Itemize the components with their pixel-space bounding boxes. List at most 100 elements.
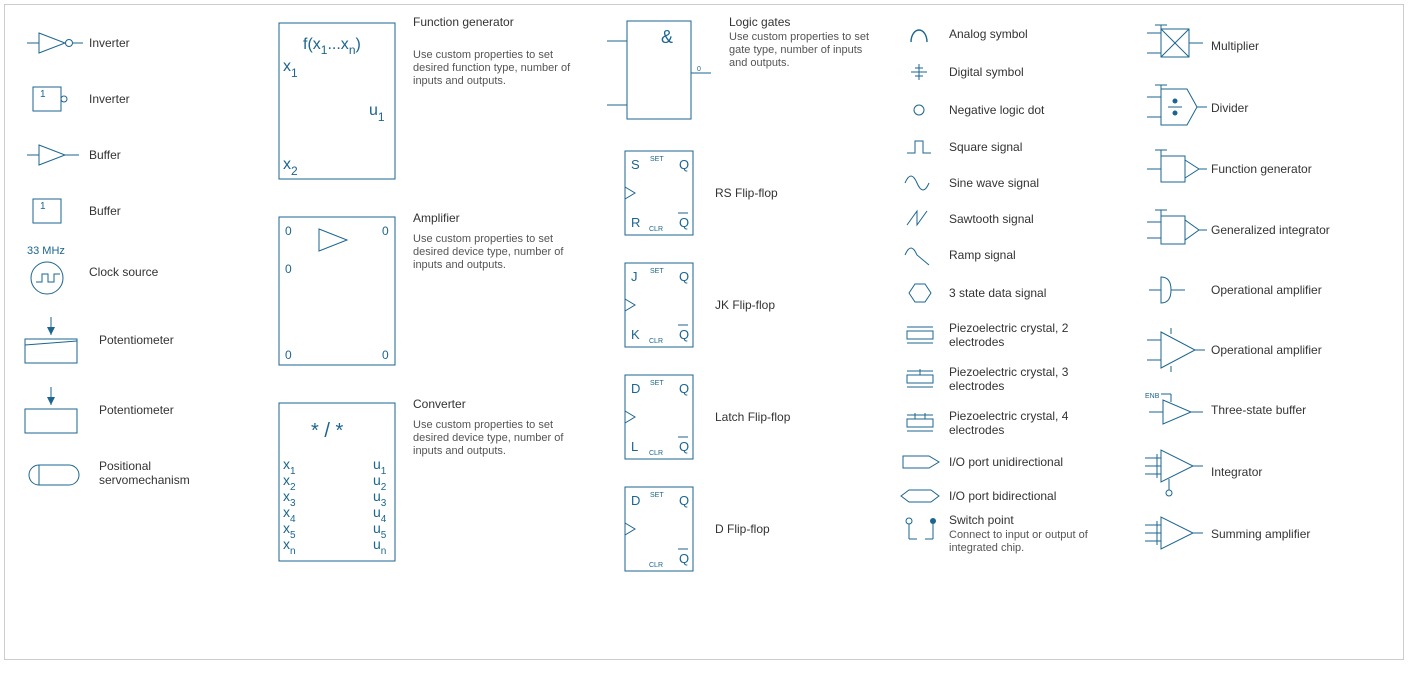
latch-ff-icon: D Q SET L CLR Q: [605, 369, 715, 465]
label: Potentiometer: [99, 403, 174, 417]
item-fgen-small: Function generator: [1141, 139, 1381, 199]
label: Multiplier: [1211, 39, 1259, 53]
item-sine: Sine wave signal: [893, 165, 1133, 201]
svg-text:ENB: ENB: [1145, 393, 1160, 400]
jk-ff-icon: J Q SET K CLR Q: [605, 257, 715, 353]
item-switch: Switch point Connect to input or output …: [893, 513, 1133, 561]
servo-icon: [9, 453, 99, 493]
svg-text:Q: Q: [679, 439, 689, 454]
item-ramp: Ramp signal: [893, 237, 1133, 273]
item-divider: Divider: [1141, 77, 1381, 139]
svg-text:1: 1: [40, 89, 46, 100]
item-io-uni: I/O port unidirectional: [893, 445, 1133, 479]
piezo3-icon: [893, 365, 949, 393]
label: Positional servomechanism: [99, 459, 219, 487]
analog-icon: [893, 20, 949, 48]
label: Digital symbol: [949, 65, 1024, 79]
digital-icon: [893, 58, 949, 86]
div-icon: [1141, 83, 1211, 133]
svg-text:0: 0: [285, 224, 292, 238]
svg-text:0: 0: [285, 348, 292, 362]
label: Sawtooth signal: [949, 212, 1034, 226]
svg-text:SET: SET: [650, 380, 664, 387]
opamp1-icon: [1141, 269, 1211, 311]
item-potentiometer1: Potentiometer: [9, 305, 259, 375]
label: RS Flip-flop: [715, 186, 778, 200]
item-inverter: Inverter: [9, 15, 259, 71]
dot-icon: [893, 96, 949, 124]
label: Integrator: [1211, 465, 1262, 479]
switch-icon: [893, 513, 949, 549]
label: Buffer: [89, 148, 121, 162]
fgen2-icon: [1141, 146, 1211, 192]
label: D Flip-flop: [715, 522, 770, 536]
item-neglogic: Negative logic dot: [893, 91, 1133, 129]
item-io-bi: I/O port bidirectional: [893, 479, 1133, 513]
item-rs-flipflop: S Q SET R CLR Q RS Flip-flop: [605, 145, 885, 241]
item-square: Square signal: [893, 129, 1133, 165]
svg-text:0: 0: [382, 348, 389, 362]
d-ff-icon: D Q SET CLR Q: [605, 481, 715, 577]
item-latch-flipflop: D Q SET L CLR Q Latch Flip-flop: [605, 369, 885, 465]
item-analog: Analog symbol: [893, 15, 1133, 53]
item-amplifier: 0 0 0 0 0 Amplifier Use custom propertie…: [267, 211, 597, 371]
svg-text:Q: Q: [679, 269, 689, 284]
svg-text:Q: Q: [679, 381, 689, 396]
label: I/O port unidirectional: [949, 455, 1063, 469]
svg-text:S: S: [631, 157, 640, 172]
item-positional: Positional servomechanism: [9, 445, 259, 501]
label: Piezoelectric crystal, 3 electrodes: [949, 365, 1099, 393]
item-piezo4: Piezoelectric crystal, 4 electrodes: [893, 401, 1133, 445]
item-logic-gates: & 0 Logic gates Use custom properties to…: [605, 15, 885, 125]
genint-icon: [1141, 206, 1211, 254]
label: Converter: [413, 397, 573, 411]
label: Switch point: [949, 513, 1109, 527]
svg-text:33 MHz: 33 MHz: [27, 245, 65, 257]
item-d-flipflop: D Q SET CLR Q D Flip-flop: [605, 481, 885, 577]
label: Negative logic dot: [949, 103, 1044, 117]
sumamp-icon: [1141, 511, 1211, 557]
svg-text:CLR: CLR: [649, 338, 663, 345]
iobi-icon: [893, 484, 949, 508]
svg-text:Q: Q: [679, 157, 689, 172]
svg-text:Q: Q: [679, 327, 689, 342]
desc: Use custom properties to set desired fun…: [413, 49, 573, 89]
item-buffer: Buffer: [9, 127, 259, 183]
item-multiplier: Multiplier: [1141, 15, 1381, 77]
svg-text:D: D: [631, 493, 640, 508]
tsbuf-icon: ENB: [1141, 388, 1211, 432]
item-sawtooth: Sawtooth signal: [893, 201, 1133, 237]
svg-text:SET: SET: [650, 156, 664, 163]
svg-text:J: J: [631, 269, 638, 284]
svg-text:x2: x2: [283, 156, 298, 178]
label: Ramp signal: [949, 248, 1016, 262]
item-integrator: Integrator: [1141, 439, 1381, 505]
clock-icon: 33 MHz: [9, 242, 89, 302]
label: Operational amplifier: [1211, 343, 1322, 357]
item-function-generator: f(x1...xn) x1 u1 x2 Function generator U…: [267, 15, 597, 185]
conv-icon: * / * x1 x2 x3 x4 x5 xn u1 u2 u3 u4 u5 u…: [267, 397, 407, 567]
fgen-icon: f(x1...xn) x1 u1 x2: [267, 15, 407, 185]
logic-icon: & 0: [605, 15, 725, 125]
label: 3 state data signal: [949, 286, 1046, 300]
svg-text:Q: Q: [679, 215, 689, 230]
svg-text:x1: x1: [283, 58, 298, 80]
item-piezo3: Piezoelectric crystal, 3 electrodes: [893, 357, 1133, 401]
item-converter: * / * x1 x2 x3 x4 x5 xn u1 u2 u3 u4 u5 u…: [267, 397, 597, 567]
label: Operational amplifier: [1211, 283, 1322, 297]
svg-text:D: D: [631, 381, 640, 396]
item-potentiometer2: Potentiometer: [9, 375, 259, 445]
item-inverter-box: 1 Inverter: [9, 71, 259, 127]
rs-ff-icon: S Q SET R CLR Q: [605, 145, 715, 241]
svg-text:L: L: [631, 439, 638, 454]
integ-icon: [1141, 444, 1211, 500]
svg-text:K: K: [631, 327, 640, 342]
item-jk-flipflop: J Q SET K CLR Q JK Flip-flop: [605, 257, 885, 353]
label: Sine wave signal: [949, 176, 1039, 190]
svg-text:CLR: CLR: [649, 450, 663, 457]
inverter-box-icon: 1: [9, 77, 89, 121]
opamp2-icon: [1141, 326, 1211, 374]
svg-text:0: 0: [285, 262, 292, 276]
label: Amplifier: [413, 211, 573, 225]
item-3state: 3 state data signal: [893, 273, 1133, 313]
